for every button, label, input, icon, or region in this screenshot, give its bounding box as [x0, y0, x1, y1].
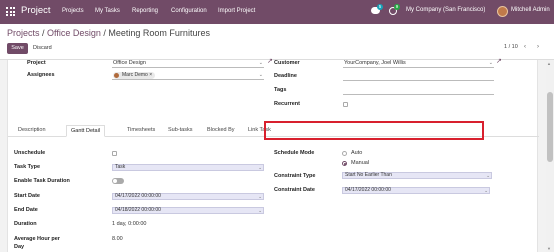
pager-previous-button[interactable]: ‹	[524, 44, 526, 50]
nav-my-tasks[interactable]: My Tasks	[95, 8, 120, 14]
constraint-type-select[interactable]: Start No Earlier Than ⌄	[342, 172, 492, 179]
pager-value[interactable]: 1 / 10	[504, 44, 518, 50]
start-date-value: 04/17/2022 00:00:00	[115, 193, 161, 199]
chevron-down-icon: ⌄	[486, 173, 490, 178]
recurrent-label: Recurrent	[274, 101, 300, 107]
unschedule-checkbox[interactable]	[112, 151, 117, 156]
project-field[interactable]: Office Design ⌄	[112, 59, 264, 68]
task-type-label: Task Type	[14, 164, 41, 170]
customer-value: YourCompany, Joel Willis	[344, 60, 406, 66]
scrollbar-thumb[interactable]	[547, 92, 553, 162]
recurrent-checkbox[interactable]	[343, 102, 348, 107]
duration-value: 1 day, 0:00:00	[112, 221, 147, 227]
chevron-down-icon: ⌄	[488, 60, 493, 66]
breadcrumb-projects[interactable]: Projects	[7, 28, 40, 38]
constraint-type-label: Constraint Type	[274, 173, 316, 179]
control-panel: Projects / Office Design / Meeting Room …	[0, 24, 554, 60]
schedule-mode-auto-radio[interactable]	[342, 151, 347, 156]
deadline-field[interactable]	[343, 72, 494, 81]
breadcrumb-current-task: Meeting Room Furnitures	[108, 28, 210, 38]
constraint-date-label: Constraint Date	[274, 187, 315, 193]
chevron-down-icon: ⌄	[258, 194, 262, 199]
end-date-value: 04/18/2022 00:00:00	[115, 207, 161, 213]
start-date-field[interactable]: 04/17/2022 00:00:00 ⌄	[112, 193, 264, 200]
avatar	[114, 73, 119, 78]
assignees-label: Assignees	[27, 72, 55, 78]
schedule-mode-manual-radio[interactable]	[342, 161, 347, 166]
pager-next-button[interactable]: ›	[537, 44, 539, 50]
app-title[interactable]: Project	[21, 5, 51, 16]
customer-label: Customer	[274, 60, 300, 66]
customer-field[interactable]: YourCompany, Joel Willis ⌄	[343, 59, 494, 68]
tab-timesheets[interactable]: Timesheets	[123, 125, 159, 137]
chevron-down-icon: ⌄	[258, 165, 262, 170]
constraint-date-highlight	[264, 121, 484, 140]
tab-sub-tasks[interactable]: Sub-tasks	[164, 125, 196, 137]
form-sheet: Project Office Design ⌄ ↗ Assignees ⌄ Ma…	[7, 57, 539, 252]
end-date-field[interactable]: 04/18/2022 00:00:00 ⌄	[112, 207, 264, 214]
duration-label: Duration	[14, 221, 37, 227]
average-hour-label-line2: Day	[14, 244, 25, 250]
project-value: Office Design	[113, 60, 146, 66]
constraint-date-field[interactable]: 04/17/2022 00:00:00 ⌄	[342, 187, 490, 194]
constraint-date-value: 04/17/2022 00:00:00	[345, 187, 391, 193]
schedule-mode-label: Schedule Mode	[274, 150, 315, 156]
enable-task-duration-toggle[interactable]	[112, 178, 124, 184]
activity-count-badge: 9	[394, 4, 400, 10]
external-link-icon[interactable]: ↗	[496, 57, 502, 65]
chevron-down-icon: ⌄	[258, 60, 263, 66]
chevron-down-icon: ⌄	[258, 208, 262, 213]
user-menu[interactable]: Mitchell Admin	[511, 7, 550, 13]
chevron-down-icon: ⌄	[258, 72, 263, 78]
end-date-label: End Date	[14, 207, 38, 213]
external-link-icon[interactable]: ↗	[267, 57, 273, 65]
scroll-up-icon[interactable]: ▲	[547, 61, 551, 66]
tab-description[interactable]: Description	[14, 125, 50, 137]
tags-label: Tags	[274, 87, 287, 93]
nav-projects[interactable]: Projects	[62, 8, 84, 14]
enable-task-duration-label: Enable Task Duration	[14, 178, 70, 184]
breadcrumb-office-design[interactable]: Office Design	[47, 28, 101, 38]
nav-import-project[interactable]: Import Project	[218, 8, 255, 14]
average-hour-label: Average Hour per	[14, 236, 60, 242]
breadcrumb-separator: /	[39, 28, 48, 38]
schedule-mode-auto-label: Auto	[351, 150, 363, 156]
average-hour-value[interactable]: 8.00	[112, 236, 123, 242]
nav-reporting[interactable]: Reporting	[132, 8, 158, 14]
chat-count-badge: 5	[377, 4, 383, 10]
breadcrumb: Projects / Office Design / Meeting Room …	[7, 28, 210, 38]
assignee-tag[interactable]: Marc Demo ×	[113, 72, 156, 79]
project-label: Project	[27, 60, 46, 66]
scroll-down-icon[interactable]: ▼	[547, 246, 551, 251]
top-navbar: Project Projects My Tasks Reporting Conf…	[0, 0, 554, 24]
company-switcher[interactable]: My Company (San Francisco)	[406, 7, 485, 13]
chevron-down-icon: ⌄	[484, 188, 488, 193]
task-type-value: Task	[115, 164, 126, 170]
nav-configuration[interactable]: Configuration	[171, 8, 207, 14]
start-date-label: Start Date	[14, 193, 40, 199]
user-avatar[interactable]	[497, 6, 508, 17]
assignee-tag-label: Marc Demo	[122, 72, 148, 78]
deadline-label: Deadline	[274, 73, 297, 79]
tab-blocked-by[interactable]: Blocked By	[203, 125, 239, 137]
app-menu-icon[interactable]	[6, 7, 15, 16]
constraint-type-value: Start No Earlier Than	[345, 172, 392, 178]
tab-gantt-detail[interactable]: Gantt Detail	[66, 125, 106, 137]
save-button[interactable]: Save	[7, 43, 28, 54]
discard-button[interactable]: Discard	[33, 43, 52, 54]
task-type-select[interactable]: Task ⌄	[112, 164, 264, 171]
tags-field[interactable]	[343, 86, 494, 95]
schedule-mode-manual-label: Manual	[351, 160, 370, 166]
unschedule-label: Unschedule	[14, 150, 46, 156]
